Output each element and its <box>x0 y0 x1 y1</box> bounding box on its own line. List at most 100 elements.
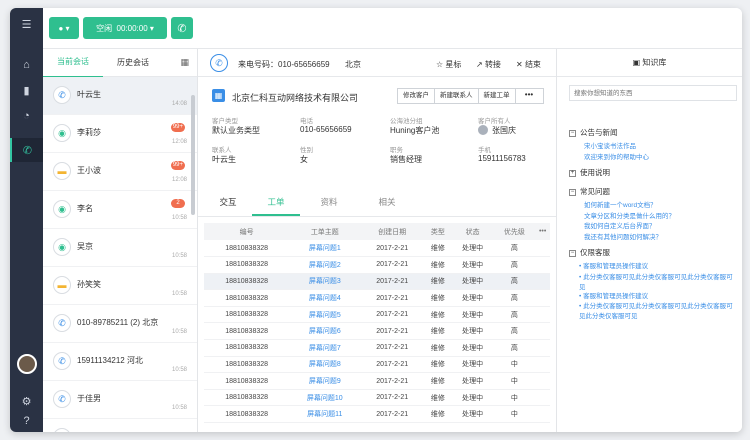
table-row[interactable]: 18810838328 屏幕问题6 2017-2-21 维修 处理中高 <box>204 322 550 341</box>
help-icon[interactable]: ? <box>10 409 43 432</box>
field-label: 客户所有人 <box>478 118 511 125</box>
table-row[interactable]: 18810838328 屏幕问题9 2017-2-21 维修 处理中中 <box>204 372 550 390</box>
table-row[interactable]: 18810838328 屏幕问题1 2017-2-21 维修 处理中高 <box>204 240 550 258</box>
table-cell: 处理中 <box>451 256 494 274</box>
table-cell: 18810838328 <box>204 405 290 424</box>
tab-current[interactable]: 当前会话 <box>43 48 103 78</box>
tab-history[interactable]: 历史会话 <box>103 49 163 77</box>
column-header[interactable]: 编号 <box>204 223 290 240</box>
conversation-tabs: 当前会话 历史会话 ▦ <box>43 48 197 78</box>
detail-tabs: 交互 工单 资料 相关 <box>198 187 556 217</box>
table-row[interactable]: 18810838328 屏幕问题7 2017-2-21 维修 处理中高 <box>204 339 550 357</box>
expand-icon[interactable]: + <box>569 169 576 177</box>
table-cell: 维修 <box>423 289 452 307</box>
end-call-button[interactable]: ✕ 结束 <box>516 59 541 70</box>
column-header[interactable]: 类型 <box>423 223 452 240</box>
column-header[interactable]: 优先级 <box>493 223 536 240</box>
home-icon[interactable]: ⌂ <box>10 53 43 77</box>
kb-section-header[interactable]: − 常见问题 <box>569 186 610 197</box>
avatar[interactable] <box>17 354 37 374</box>
table-body: 18810838328 屏幕问题1 2017-2-21 维修 处理中高 188108383… <box>204 240 550 424</box>
call-center-icon[interactable]: ✆ <box>10 138 43 162</box>
table-cell <box>535 389 550 407</box>
table-cell: 18810838328 <box>204 289 290 307</box>
column-header[interactable]: 工单主题 <box>289 223 361 240</box>
table-row[interactable]: 18810838328 屏幕问题8 2017-2-21 维修 处理中中 <box>204 356 550 374</box>
kb-article-link[interactable]: 我还有其他问题如何解决？ <box>584 231 742 241</box>
edit-customer-button[interactable]: 修改客户 <box>397 88 435 104</box>
kb-article-link[interactable]: • 客服和管理员操作建议 <box>579 260 739 270</box>
ticket-subject-link[interactable]: 屏幕问题9 <box>289 372 361 390</box>
table-cell: 18810838328 <box>204 339 290 357</box>
new-contact-button[interactable]: 新建联系人 <box>435 88 479 104</box>
kb-search-input[interactable] <box>569 85 737 101</box>
kb-article-link[interactable]: • 客服和管理员操作建议 <box>579 290 739 300</box>
table-cell: 高 <box>493 322 536 341</box>
table-cell: 处理中 <box>451 356 494 374</box>
ticket-subject-link[interactable]: 屏幕问题11 <box>289 405 361 424</box>
contact-name: 李名 <box>77 204 93 213</box>
transfer-button[interactable]: ↗ 转接 <box>476 59 501 70</box>
ticket-subject-link[interactable]: 屏幕问题6 <box>289 322 361 341</box>
table-cell <box>535 256 550 274</box>
kb-article-link[interactable]: 欢迎来到你的帮助中心 <box>584 151 742 161</box>
chat-mode-button[interactable]: ● ▾ <box>49 17 79 39</box>
pie-icon[interactable]: ◔ <box>10 104 43 128</box>
kb-article-link[interactable]: 文章分区和分类是做什么用的？ <box>584 210 742 220</box>
contact-item[interactable]: ◉ 李莉莎 12:08 99+ <box>43 115 197 153</box>
ticket-subject-link[interactable]: 屏幕问题10 <box>289 389 361 407</box>
phone-button[interactable]: ✆ <box>171 17 193 39</box>
new-ticket-button[interactable]: 新建工单 <box>478 88 516 104</box>
kb-article-link[interactable]: 宋小宝谈书法作品 <box>584 140 742 150</box>
kb-article-link[interactable]: • 此分类仅客服可见此分类仅客服可见此分类仅客服可见此分类仅客服可见 <box>579 300 739 320</box>
ticket-subject-link[interactable]: 屏幕问题5 <box>289 306 361 324</box>
scrollbar[interactable] <box>191 95 195 215</box>
table-row[interactable]: 18810838328 屏幕问题4 2017-2-21 维修 处理中高 <box>204 289 550 307</box>
contact-item[interactable]: ✆ 15911134212 河北 10:58 <box>43 343 197 381</box>
tab-interaction[interactable]: 交互 <box>204 187 252 216</box>
ticket-subject-link[interactable]: 屏幕问题2 <box>289 256 361 274</box>
kb-article-link[interactable]: 我如何自定义后台界面？ <box>584 220 742 230</box>
more-icon[interactable]: ••• <box>535 223 550 240</box>
collapse-icon[interactable]: − <box>569 249 576 257</box>
contact-item[interactable]: ✆ 于佳男 10:58 <box>43 381 197 419</box>
field-value: 女 <box>300 155 308 164</box>
table-row[interactable]: 18810838328 屏幕问题11 2017-2-21 维修 处理中中 <box>204 405 550 424</box>
kb-section-header[interactable]: − 公告与新闻 <box>569 127 618 138</box>
kb-article-link[interactable]: 如何新建一个word文档？ <box>584 199 742 209</box>
contact-time: 10:58 <box>171 329 187 335</box>
table-row[interactable]: 18810838328 屏幕问题10 2017-2-21 维修 处理中中 <box>204 389 550 407</box>
table-row[interactable]: 18810838328 屏幕问题3 2017-2-21 维修 处理中高 <box>204 273 550 291</box>
contact-item[interactable]: ✆ 叶云生 14:08 <box>43 77 197 115</box>
status-dropdown[interactable]: 空闲 00:00:00 ▾ <box>83 17 167 39</box>
table-cell: 处理中 <box>451 389 494 407</box>
ticket-subject-link[interactable]: 屏幕问题4 <box>289 289 361 307</box>
kb-section-header[interactable]: + 使用说明 <box>569 167 610 178</box>
contact-item[interactable]: ◉ 李名 10:58 2 <box>43 191 197 229</box>
chart-icon[interactable]: ▮ <box>10 78 43 102</box>
contact-item[interactable]: ✆ 010-89785211 (2) 北京 10:58 <box>43 305 197 343</box>
tab-related[interactable]: 相关 <box>358 187 416 216</box>
kb-section-header[interactable]: − 仅限客服 <box>569 247 610 258</box>
column-header[interactable]: 状态 <box>451 223 494 240</box>
ticket-subject-link[interactable]: 屏幕问题3 <box>289 273 361 291</box>
kb-article-link[interactable]: • 此分类仅客服可见此分类仅客服可见此分类仅客服可见 <box>579 271 739 291</box>
collapse-icon[interactable]: − <box>569 129 576 137</box>
tab-documents[interactable]: 资料 <box>300 187 358 216</box>
table-row[interactable]: 18810838328 屏幕问题5 2017-2-21 维修 处理中高 <box>204 306 550 324</box>
menu-icon[interactable]: ☰ <box>10 12 43 36</box>
ticket-subject-link[interactable]: 屏幕问题8 <box>289 356 361 374</box>
table-row[interactable]: 18810838328 屏幕问题2 2017-2-21 维修 处理中高 <box>204 256 550 274</box>
collapse-icon[interactable]: − <box>569 188 576 196</box>
more-icon[interactable]: ••• <box>515 88 544 104</box>
contact-item[interactable]: ▬ 孙笑笑 10:58 <box>43 267 197 305</box>
tab-tickets[interactable]: 工单 <box>252 187 300 216</box>
star-button[interactable]: ☆ 星标 <box>436 59 461 70</box>
contact-item[interactable]: ◉ 吴京 10:58 <box>43 229 197 267</box>
grid-icon[interactable]: ▦ <box>180 57 189 68</box>
column-header[interactable]: 创建日期 <box>360 223 424 240</box>
contact-item[interactable]: ▬ 王小波 12:08 99+ <box>43 153 197 191</box>
ticket-subject-link[interactable]: 屏幕问题7 <box>289 339 361 357</box>
ticket-subject-link[interactable]: 屏幕问题1 <box>289 240 361 258</box>
contact-item[interactable]: ✆ 蔡明 <box>43 419 197 432</box>
